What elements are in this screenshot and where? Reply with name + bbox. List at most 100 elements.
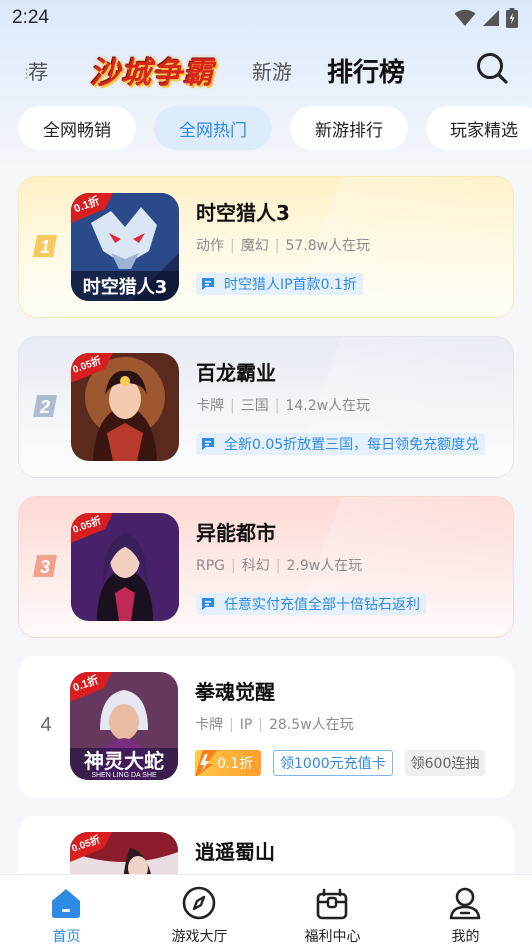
game-meta: 动作 | 魔幻 | 57.8w人在玩 xyxy=(196,235,370,255)
rank-number: 3 xyxy=(40,557,50,577)
home-icon xyxy=(52,889,80,918)
meta-divider: | xyxy=(231,558,236,574)
nav-profile-label: 我的 xyxy=(451,929,480,945)
thumbnail-subcaption: SHEN LING DA SHE xyxy=(91,772,157,779)
discount-tag: 0.1折 xyxy=(195,750,261,776)
message-icon xyxy=(202,278,214,290)
game-player-count: 28.5w人在玩 xyxy=(269,717,354,733)
ranking-filter-bar: 全网畅销 全网热门 新游排行 玩家精选 xyxy=(0,106,532,152)
game-thumbnail: 神灵大蛇 SHEN LING DA SHE 0.1折 xyxy=(70,672,178,780)
search-icon xyxy=(477,53,508,84)
game-card[interactable]: 3 0.05折 异能都市 RPG | 科幻 | 2.9w人在玩 任意实付充值全部十倍钻石… xyxy=(18,496,514,638)
message-icon xyxy=(202,598,214,610)
game-logo[interactable]: 沙城争霸 xyxy=(80,46,224,92)
filter-chip-new[interactable]: 新游排行 xyxy=(290,106,408,150)
nav-welfare-center-label: 福利中心 xyxy=(304,929,361,945)
status-bar: 2:24 xyxy=(0,0,532,36)
logo-text: 沙城争霸 xyxy=(90,56,214,91)
cellular-signal-icon xyxy=(483,10,499,26)
meta-divider: | xyxy=(274,238,280,254)
nav-home[interactable]: 首页 xyxy=(0,875,133,946)
discount-corner-badge: 0.1折 xyxy=(71,193,113,223)
game-theme: 科幻 xyxy=(241,558,270,574)
status-time: 2:24 xyxy=(12,7,49,28)
nav-welfare-center[interactable]: 福利中心 xyxy=(266,875,399,946)
game-thumbnail: 时空猎人3 0.1折 xyxy=(71,193,179,301)
game-theme: 魔幻 xyxy=(240,238,269,254)
rank-number: 4 xyxy=(40,714,52,736)
game-card[interactable]: 2 0.05折 百龙霸业 卡牌 | 三国 | 14.2w人在玩 全新0.05折放置三国，… xyxy=(18,336,514,478)
game-card[interactable]: 4 神灵大蛇 SHEN LING DA SHE 0.1折 拳魂觉醒 卡牌 | IP |… xyxy=(18,656,514,798)
recharge-card-tag: 领1000元充值卡 xyxy=(273,750,393,776)
game-thumbnail: 0.05折 xyxy=(71,353,179,461)
game-title: 拳魂觉醒 xyxy=(195,680,275,704)
rank-number: 2 xyxy=(39,397,50,417)
meta-divider: | xyxy=(275,558,281,574)
filter-chip-hot[interactable]: 全网热门 xyxy=(154,106,272,150)
message-icon xyxy=(202,438,214,450)
wifi-icon xyxy=(454,9,476,26)
rank-silver-badge-icon: 2 xyxy=(33,395,57,417)
tab-new-games[interactable]: 新游 xyxy=(252,56,292,85)
rank-number: 1 xyxy=(40,237,50,257)
promo-banner: 时空猎人IP首款0.1折 xyxy=(196,273,363,295)
game-genre: 卡牌 xyxy=(196,398,224,414)
status-icons xyxy=(454,8,518,28)
filter-chip-player-pick[interactable]: 玩家精选 xyxy=(426,106,532,150)
nav-home-label: 首页 xyxy=(52,929,81,945)
game-genre: 卡牌 xyxy=(195,717,223,733)
compass-icon xyxy=(182,886,216,920)
game-title: 时空猎人3 xyxy=(196,201,290,225)
thumbnail-caption: 神灵大蛇 xyxy=(84,749,164,773)
game-genre: 动作 xyxy=(196,238,224,254)
promo-text: 任意实付充值全部十倍钻石返利 xyxy=(224,597,420,613)
tab-ranking[interactable]: 排行榜 xyxy=(327,52,405,89)
filter-chip-bestselling[interactable]: 全网畅销 xyxy=(18,106,136,150)
discount-corner-badge: 0.05折 xyxy=(71,513,113,543)
promo-banner: 任意实付充值全部十倍钻石返利 xyxy=(196,593,426,615)
meta-divider: | xyxy=(230,398,235,414)
gift-box-icon xyxy=(316,888,348,920)
search-button[interactable] xyxy=(474,50,510,86)
game-player-count: 57.8w人在玩 xyxy=(285,238,371,254)
bottom-navigation: 首页 游戏大厅 福利中心 我的 xyxy=(0,874,532,946)
discount-tag-text: 0.1折 xyxy=(217,756,254,772)
discount-corner-badge: 0.05折 xyxy=(71,353,113,383)
rank-gold-badge-icon: 1 xyxy=(33,235,57,257)
lightning-icon xyxy=(195,750,217,776)
tab-recommend-label: 荐 xyxy=(28,60,49,84)
game-title: 异能都市 xyxy=(196,521,276,545)
game-meta: 卡牌 | IP | 28.5w人在玩 xyxy=(195,714,354,734)
promo-text: 时空猎人IP首款0.1折 xyxy=(224,277,357,293)
nav-game-hall[interactable]: 游戏大厅 xyxy=(133,875,266,946)
game-title: 逍遥蜀山 xyxy=(195,840,275,864)
battery-icon xyxy=(506,8,518,28)
game-meta: RPG | 科幻 | 2.9w人在玩 xyxy=(196,555,362,575)
top-nav: ⁝荐 沙城争霸 新游 排行榜 xyxy=(0,40,532,98)
promo-banner: 全新0.05折放置三国，每日领免充额度兑 xyxy=(196,433,486,455)
user-icon xyxy=(449,887,481,920)
meta-divider: | xyxy=(229,717,234,733)
thumbnail-caption: 时空猎人3 xyxy=(83,276,168,298)
game-card[interactable]: 1 时空猎人3 0.1折 时空猎人3 动作 | 魔幻 | 57.8w人在玩 时空猎人IP… xyxy=(18,176,514,318)
discount-corner-badge: 0.1折 xyxy=(70,672,112,702)
game-genre: RPG xyxy=(196,558,226,574)
tab-recommend[interactable]: ⁝荐 xyxy=(24,56,48,85)
game-thumbnail: 0.05折 xyxy=(71,513,179,621)
tab-ellipsis-icon: ⁝ xyxy=(24,64,29,83)
discount-corner-badge: 0.05折 xyxy=(70,832,112,862)
meta-divider: | xyxy=(230,238,235,254)
meta-divider: | xyxy=(258,717,264,733)
game-meta: 卡牌 | 三国 | 14.2w人在玩 xyxy=(196,395,370,415)
game-theme: IP xyxy=(239,717,253,733)
draw-tag: 领600连抽 xyxy=(404,750,486,776)
game-title: 百龙霸业 xyxy=(196,361,276,385)
promo-text: 全新0.05折放置三国，每日领免充额度兑 xyxy=(224,437,480,453)
meta-divider: | xyxy=(274,398,280,414)
game-theme: 三国 xyxy=(240,398,269,414)
game-player-count: 2.9w人在玩 xyxy=(286,558,363,574)
nav-game-hall-label: 游戏大厅 xyxy=(171,929,228,945)
nav-profile[interactable]: 我的 xyxy=(399,875,532,946)
game-tag-row: 0.1折 领1000元充值卡 领600连抽 xyxy=(195,750,486,776)
rank-bronze-badge-icon: 3 xyxy=(33,555,57,577)
